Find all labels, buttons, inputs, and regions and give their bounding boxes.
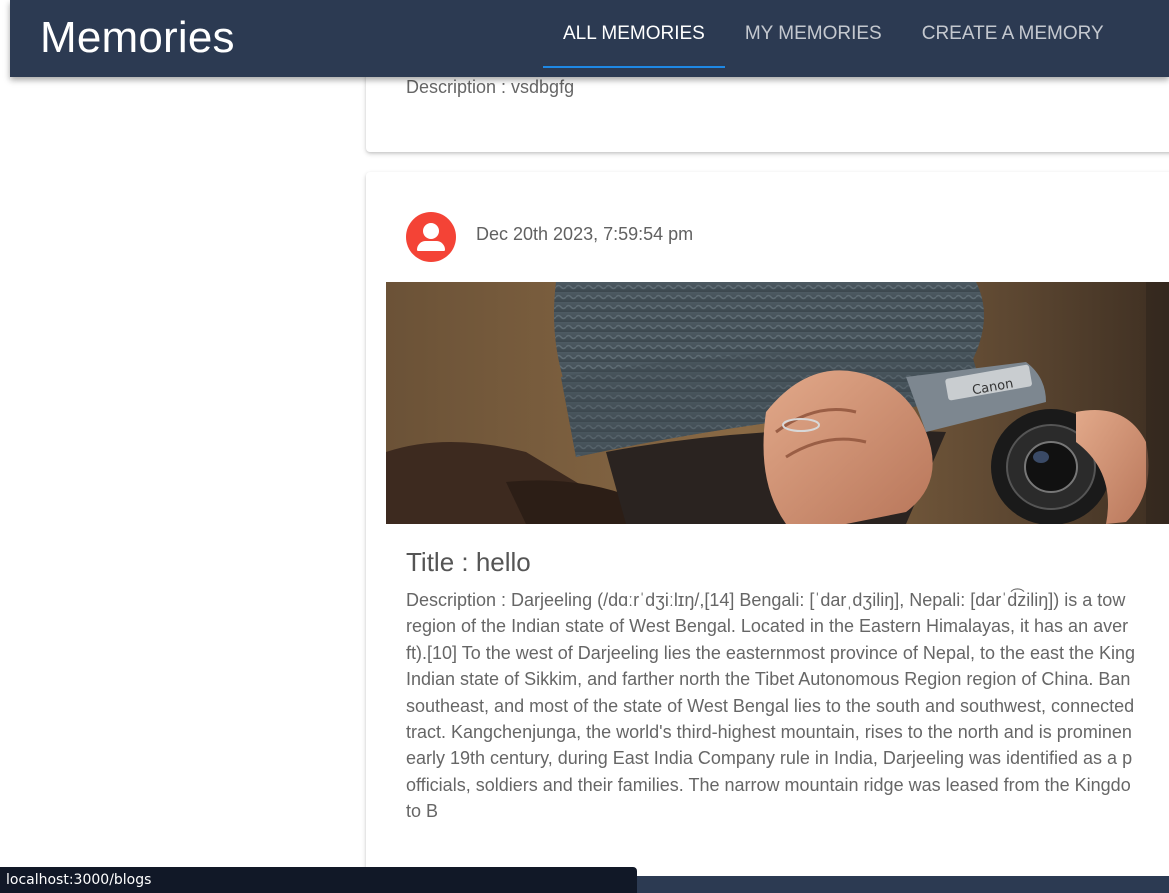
description-line: Description : Darjeeling (/dɑːrˈdʒiːlɪŋ/… bbox=[406, 590, 1126, 610]
memory-timestamp: Dec 20th 2023, 7:59:54 pm bbox=[476, 224, 694, 244]
tab-create-a-memory[interactable]: CREATE A MEMORY bbox=[902, 0, 1124, 68]
description-line: southeast, and most of the state of West… bbox=[406, 695, 1135, 716]
description-line: officials, soldiers and their families. … bbox=[406, 774, 1131, 795]
memory-title: Title : hello bbox=[406, 547, 531, 577]
nav-tabs: ALL MEMORIES MY MEMORIES CREATE A MEMORY bbox=[543, 0, 1124, 68]
browser-status-url: localhost:3000/blogs bbox=[0, 867, 637, 893]
description-line: ft).[10] To the west of Darjeeling lies … bbox=[406, 642, 1136, 663]
memory-card: Dec 20th 2023, 7:59:54 pm Canon Title: … bbox=[366, 172, 1169, 893]
page: Description : vsdbgfg Dec 20th 2023, 7:5… bbox=[0, 0, 1169, 893]
description-line: early 19th century, during East India Co… bbox=[406, 748, 1133, 769]
memory-description: Description : Darjeeling (/dɑːrˈdʒiːlɪŋ/… bbox=[406, 587, 1169, 825]
footer-bar bbox=[630, 876, 1169, 893]
app-title[interactable]: Memories bbox=[40, 12, 235, 64]
memory-image: Canon bbox=[386, 282, 1169, 524]
description-line: tract. Kangchenjunga, the world's third-… bbox=[406, 722, 1132, 743]
app-bar: Memories ALL MEMORIES MY MEMORIES CREATE… bbox=[10, 0, 1169, 77]
tab-my-memories[interactable]: MY MEMORIES bbox=[725, 0, 902, 68]
description-line: Indian state of Sikkim, and farther nort… bbox=[406, 669, 1131, 690]
memory-description: Description : vsdbgfg bbox=[406, 77, 575, 97]
person-icon bbox=[406, 212, 456, 262]
description-line: region of the Indian state of West Benga… bbox=[406, 616, 1129, 637]
tab-all-memories[interactable]: ALL MEMORIES bbox=[543, 0, 725, 68]
description-line: to B bbox=[406, 801, 439, 822]
